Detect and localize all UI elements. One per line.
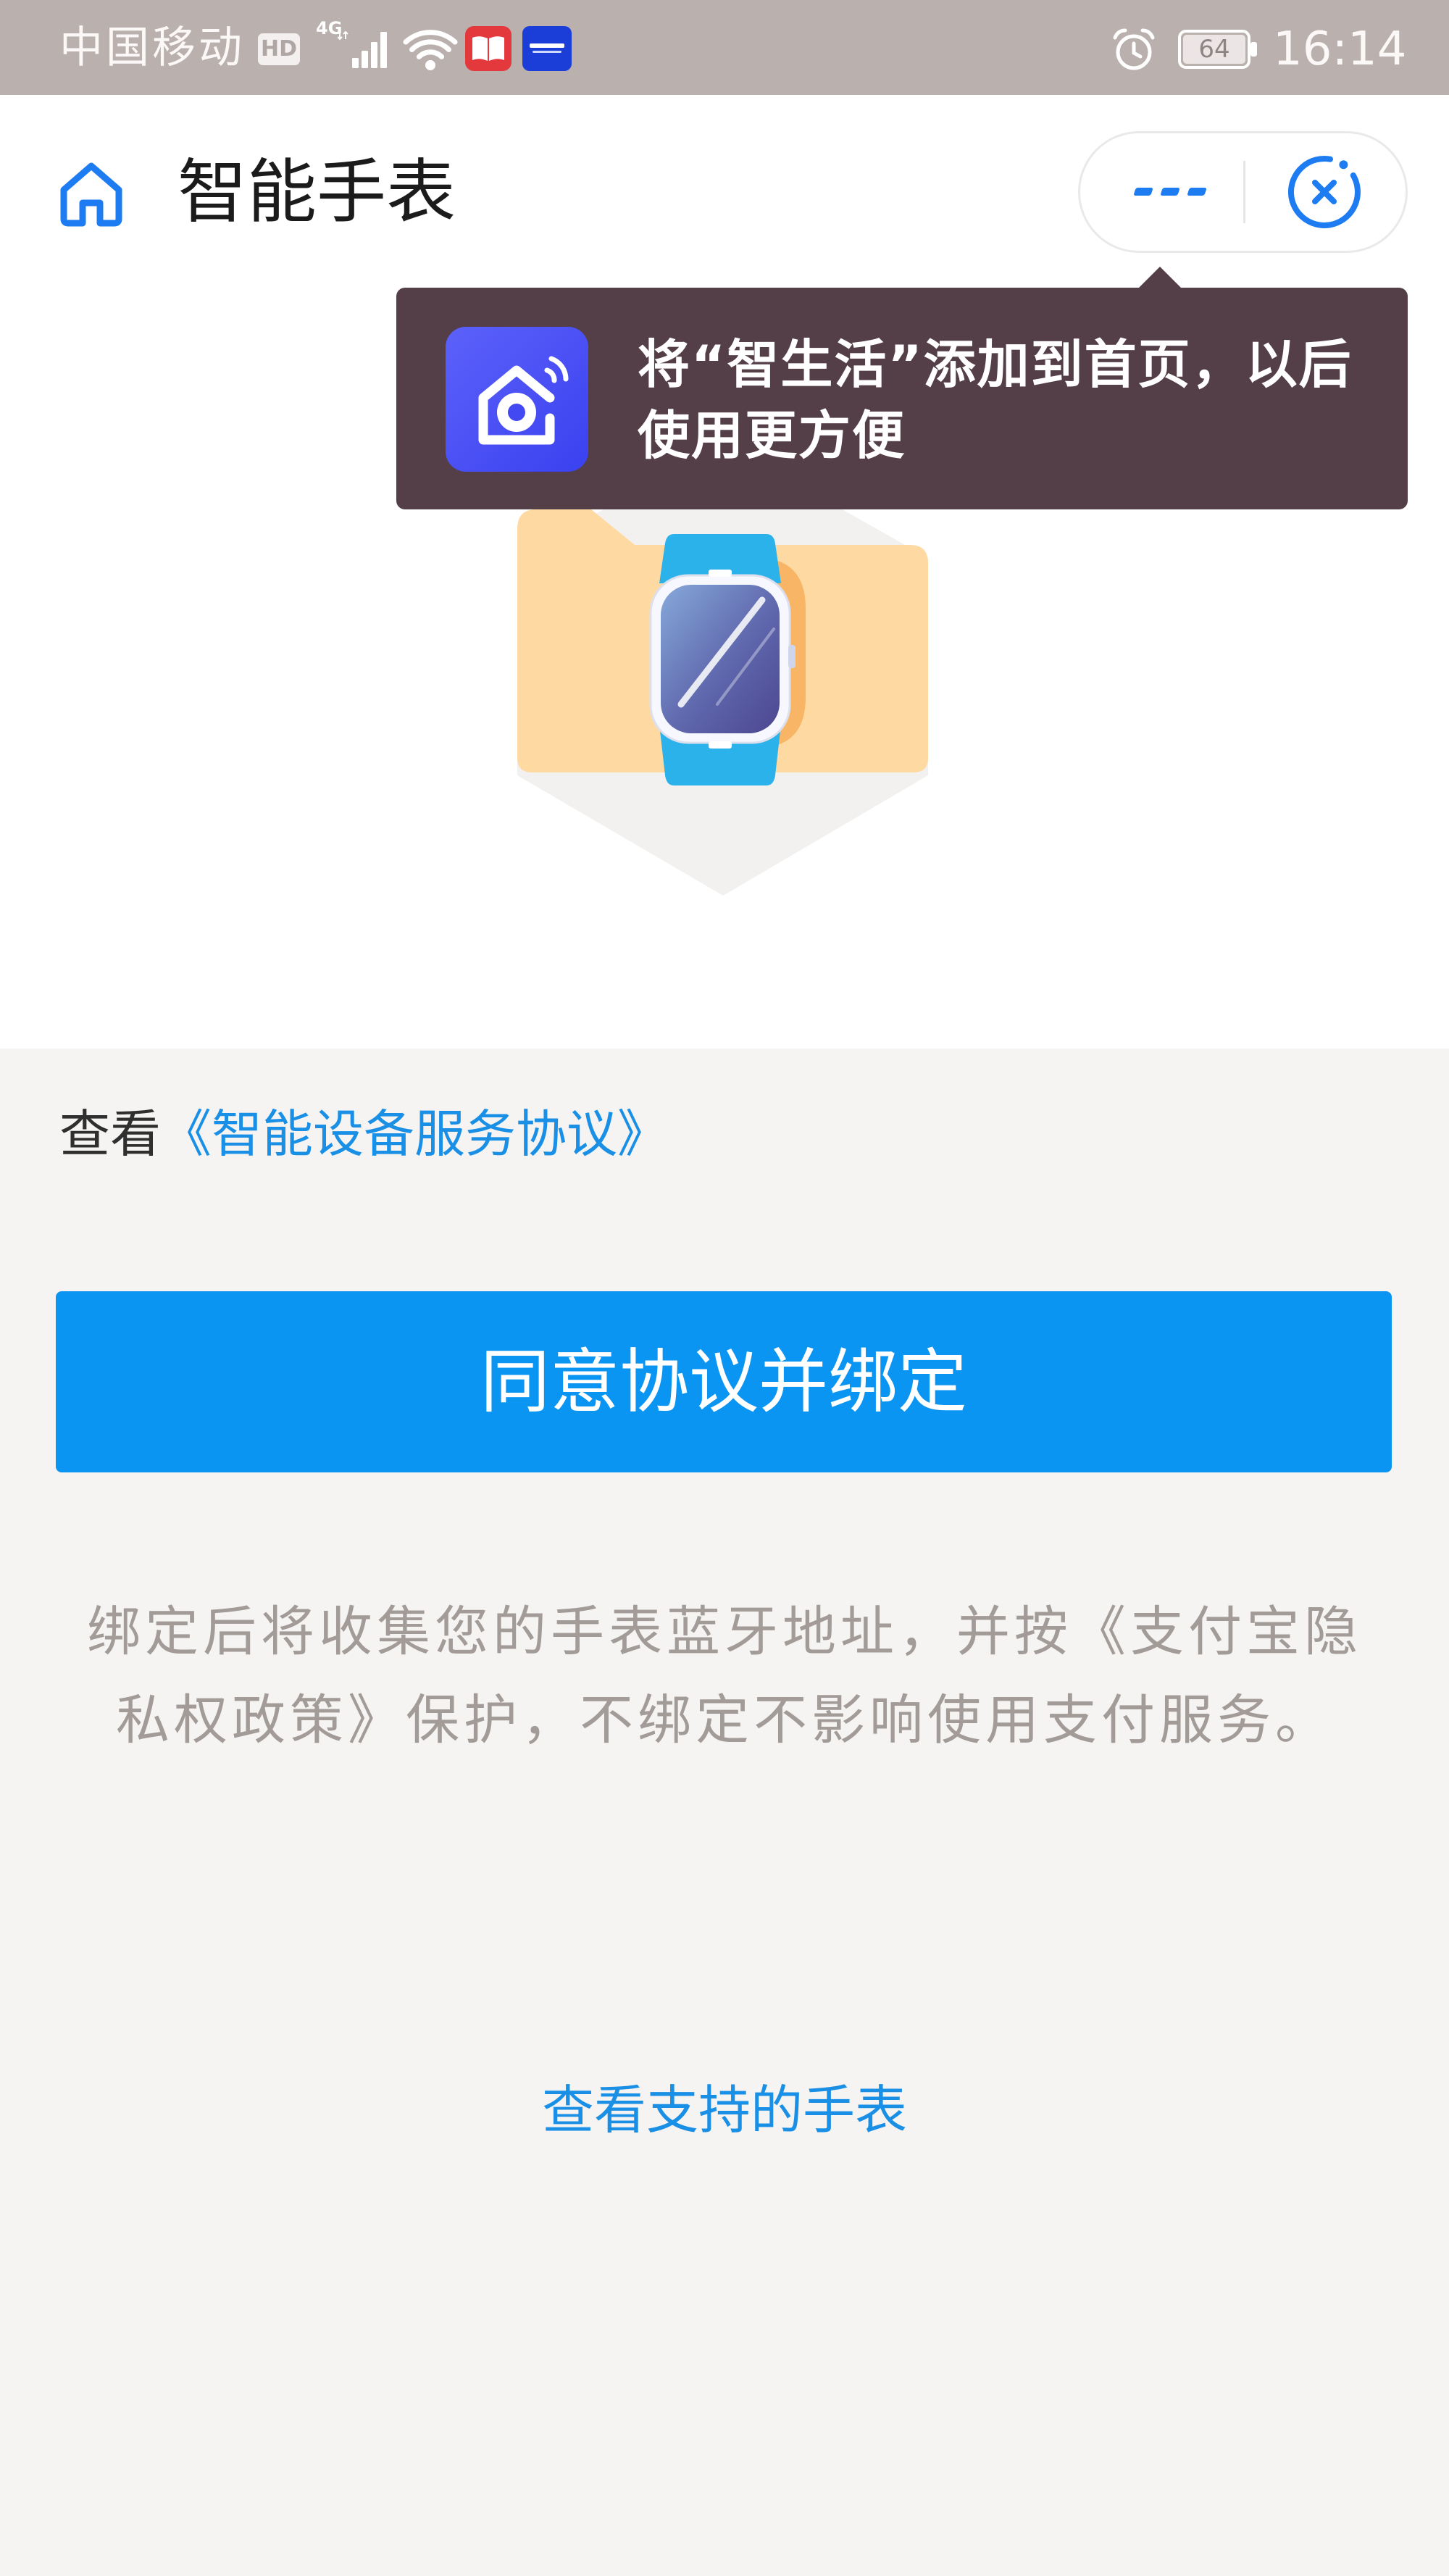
privacy-notice-line: 私权政策》保护，不绑定不影响使用支付服务。 bbox=[116, 1689, 1333, 1751]
tooltip-message: 将“智生活”添加到首页，以后 使用更方便 bbox=[638, 329, 1391, 471]
home-button[interactable] bbox=[55, 157, 128, 229]
page-title: 智能手表 bbox=[178, 151, 456, 233]
more-button[interactable] bbox=[1108, 145, 1232, 239]
close-circle-icon bbox=[1288, 156, 1361, 228]
capsule-divider bbox=[1243, 161, 1245, 223]
agree-and-bind-button[interactable]: 同意协议并绑定 bbox=[56, 1291, 1392, 1472]
more-dots-icon bbox=[1134, 188, 1207, 196]
carrier-label: 中国移动 bbox=[59, 22, 245, 73]
tooltip-line: 使用更方便 bbox=[638, 405, 906, 466]
tooltip-arrow bbox=[1138, 267, 1182, 288]
hd-badge: HD bbox=[258, 33, 300, 65]
battery-level-label: 64 bbox=[1198, 35, 1230, 64]
status-bar: 中国移动 HD 4G 64 16:14 bbox=[0, 0, 1449, 95]
signal-icon bbox=[338, 30, 387, 68]
smart-home-app-icon bbox=[446, 327, 588, 472]
clock-time: 16:14 bbox=[1273, 22, 1407, 76]
privacy-notice-line: 绑定后将收集您的手表蓝牙地址，并按《支付宝隐 bbox=[87, 1601, 1362, 1663]
alarm-icon bbox=[1113, 28, 1155, 70]
tooltip-line: 将“智生活”添加到首页，以后 bbox=[638, 334, 1353, 395]
book-app-icon bbox=[465, 26, 511, 71]
close-button[interactable] bbox=[1282, 150, 1366, 234]
privacy-notice: 绑定后将收集您的手表蓝牙地址，并按《支付宝隐 私权政策》保护，不绑定不影响使用支… bbox=[0, 1588, 1449, 1764]
supported-watches-link[interactable]: 查看支持的手表 bbox=[542, 2077, 907, 2143]
autohome-app-icon bbox=[522, 26, 572, 71]
agreement-row: 查看《智能设备服务协议》 bbox=[59, 1101, 668, 1167]
service-agreement-link[interactable]: 《智能设备服务协议》 bbox=[161, 1104, 668, 1164]
wifi-icon bbox=[403, 30, 458, 70]
home-icon bbox=[60, 162, 122, 227]
add-to-home-tooltip[interactable]: 将“智生活”添加到首页，以后 使用更方便 bbox=[396, 288, 1408, 509]
support-link-row: 查看支持的手表 bbox=[0, 2077, 1449, 2143]
agreement-prefix: 查看 bbox=[59, 1104, 161, 1164]
